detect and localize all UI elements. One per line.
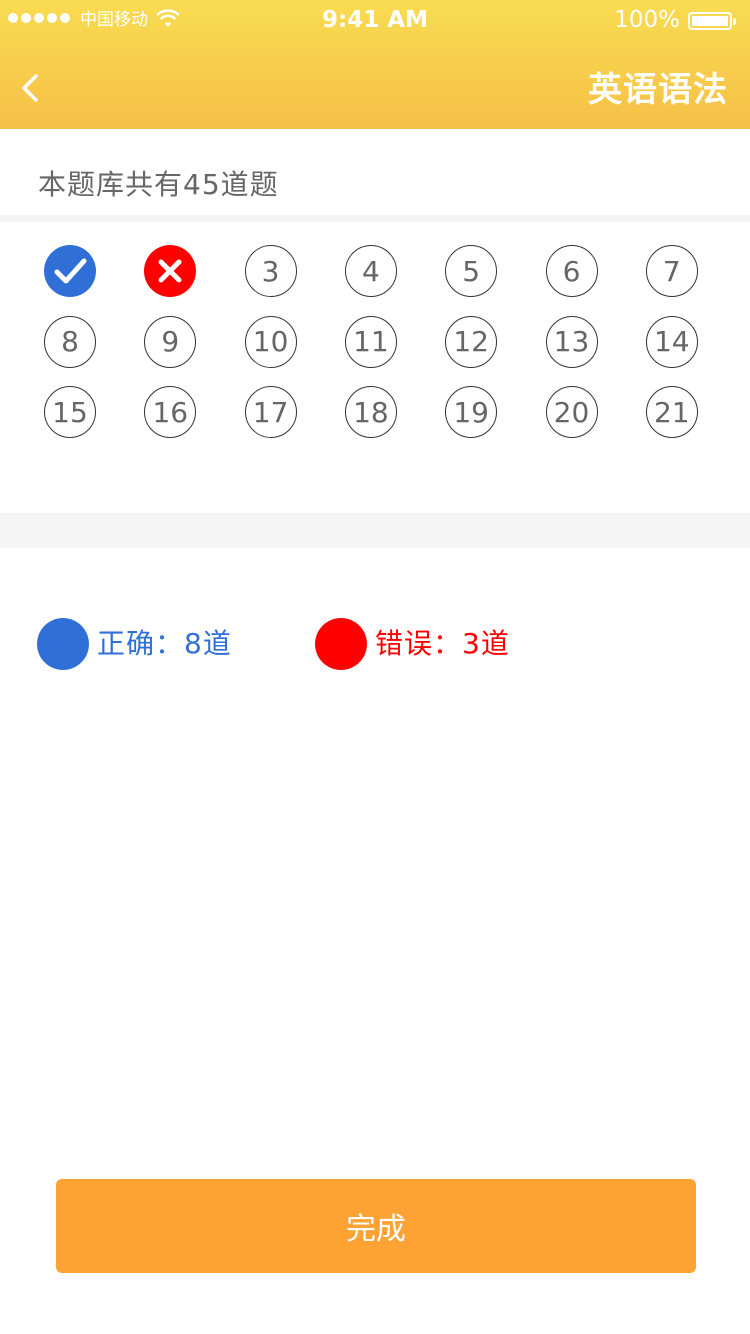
question-number: 10 [252,325,289,358]
question-13-button[interactable]: 13 [545,315,598,368]
legend-correct: 正确：8道 [37,618,232,670]
question-number: 19 [453,395,489,429]
question-3-button[interactable]: 3 [244,245,297,297]
battery-icon [688,12,736,30]
question-18-button[interactable]: 18 [344,386,397,438]
question-count-summary: 本题库共有45道题 [38,168,279,201]
question-7-button[interactable]: 7 [645,245,698,297]
check-icon [54,258,87,284]
question-number: 18 [353,395,389,429]
question-20-button[interactable]: 20 [545,386,598,438]
question-2-button[interactable] [144,245,197,297]
question-10-button[interactable]: 10 [244,315,297,368]
wrong-count-label: 错误：3道 [375,627,510,660]
section-divider [0,513,750,548]
question-11-button[interactable]: 11 [344,315,397,368]
status-bar: 中国移动 9:41 AM 100% [0,0,750,40]
question-19-button[interactable]: 19 [445,386,498,438]
question-21-button[interactable]: 21 [645,386,698,438]
question-6-button[interactable]: 6 [545,245,598,297]
question-number: 12 [453,325,489,358]
question-1-button[interactable] [44,245,96,297]
question-number: 21 [653,395,690,429]
question-14-button[interactable]: 14 [645,315,698,368]
question-number: 6 [562,254,581,288]
question-15-button[interactable]: 15 [44,386,96,438]
question-number: 15 [52,395,88,429]
question-number: 16 [152,395,189,429]
question-number: 9 [161,325,180,358]
divider [0,215,750,222]
question-number: 5 [462,254,481,288]
header: 中国移动 9:41 AM 100% 英语语法 [0,0,750,129]
question-number: 4 [361,254,380,288]
question-16-button[interactable]: 16 [144,386,197,438]
question-number: 13 [553,325,590,358]
question-number: 20 [553,395,590,429]
wrong-color-dot [315,618,367,670]
question-4-button[interactable]: 4 [344,245,397,297]
question-9-button[interactable]: 9 [144,315,197,368]
question-number: 17 [252,395,289,429]
close-icon [158,259,182,283]
question-number: 11 [353,325,389,358]
question-number: 14 [653,325,690,358]
question-number: 3 [261,254,280,288]
question-12-button[interactable]: 12 [445,315,498,368]
correct-count-label: 正确：8道 [97,627,232,660]
question-number: 8 [61,325,79,358]
battery-percent: 100% [614,7,680,33]
page-title: 英语语法 [588,70,728,110]
question-5-button[interactable]: 5 [445,245,498,297]
done-button[interactable]: 完成 [56,1179,696,1273]
chevron-left-icon[interactable] [16,70,46,106]
legend-wrong: 错误：3道 [315,618,510,670]
question-number: 7 [662,254,681,288]
correct-color-dot [37,618,89,670]
question-17-button[interactable]: 17 [244,386,297,438]
question-8-button[interactable]: 8 [44,315,96,368]
